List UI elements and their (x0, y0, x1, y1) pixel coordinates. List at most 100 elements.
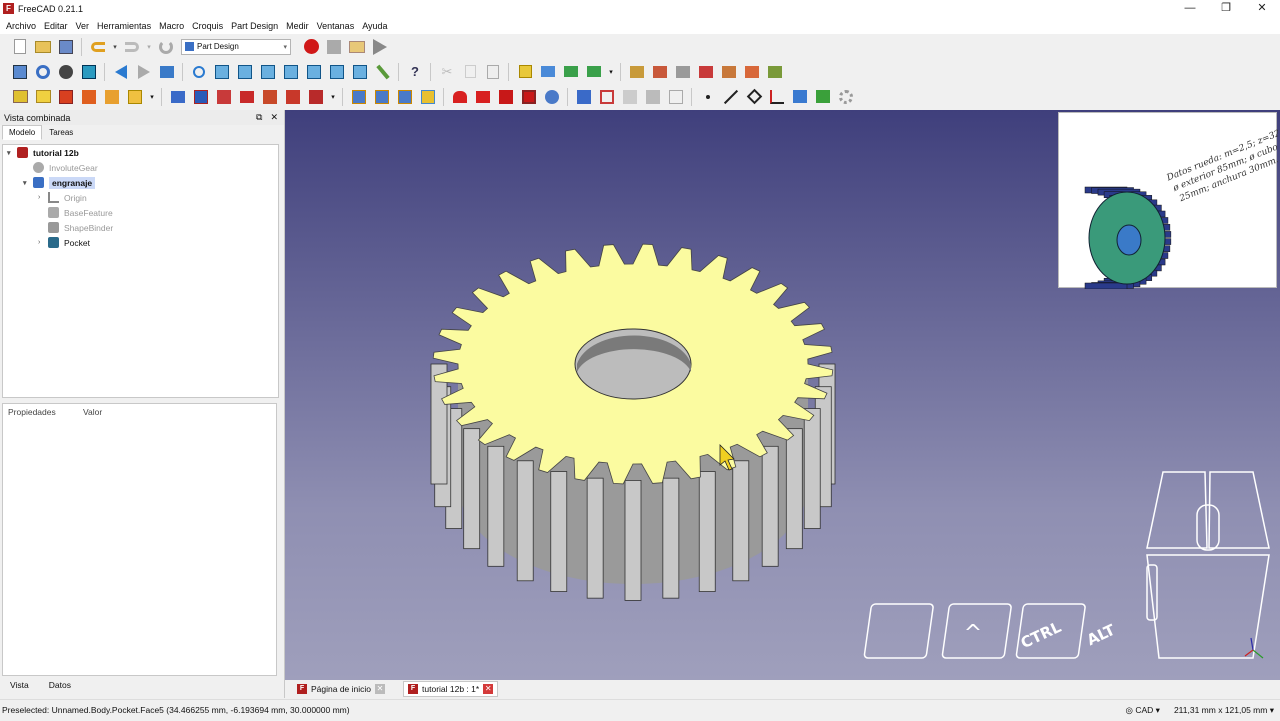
measure-icon[interactable] (373, 62, 393, 82)
back-arrow-icon[interactable] (111, 62, 131, 82)
redo-icon[interactable] (122, 37, 142, 57)
menu-part-design[interactable]: Part Design (227, 21, 282, 31)
menu-medir[interactable]: Medir (282, 21, 313, 31)
forward-arrow-icon[interactable] (134, 62, 154, 82)
additive-dropdown-icon[interactable]: ▾ (148, 87, 156, 107)
tree-item-basefeature[interactable]: BaseFeature (38, 205, 113, 220)
close-tab-icon[interactable]: ✕ (483, 684, 494, 694)
whats-this-icon[interactable]: ? (405, 62, 425, 82)
copy-icon[interactable] (460, 62, 480, 82)
measure-refresh-icon[interactable] (673, 62, 693, 82)
hole-icon[interactable] (191, 87, 211, 107)
revolution-icon[interactable] (79, 87, 99, 107)
subtractive-dropdown-icon[interactable]: ▾ (329, 87, 337, 107)
tree-item-origin[interactable]: › Origin (38, 190, 87, 205)
chevron-right-icon[interactable]: › (38, 194, 48, 201)
clone-gear-icon[interactable] (836, 87, 856, 107)
cut-icon[interactable]: ✂ (437, 62, 457, 82)
datum-point-icon[interactable] (698, 87, 718, 107)
menu-archivo[interactable]: Archivo (2, 21, 40, 31)
body-stack-icon[interactable] (10, 87, 30, 107)
pocket-icon[interactable] (168, 87, 188, 107)
sprocket-icon[interactable] (597, 87, 617, 107)
workbench-selector[interactable]: Part Design ▾ (181, 38, 291, 55)
tree-item-shapebinder[interactable]: ShapeBinder (38, 220, 113, 235)
sync-view-icon[interactable] (157, 62, 177, 82)
value-column-header[interactable]: Valor (83, 407, 102, 417)
thickness-icon[interactable] (519, 87, 539, 107)
open-folder-icon[interactable] (33, 37, 53, 57)
tab-vista[interactable]: Vista (10, 680, 29, 690)
menu-ayuda[interactable]: Ayuda (358, 21, 391, 31)
tab-tareas[interactable]: Tareas (42, 125, 80, 140)
link-actions-icon[interactable] (584, 62, 604, 82)
float-panel-button[interactable]: ⧉ (256, 112, 262, 123)
macro-run-icon[interactable] (370, 37, 390, 57)
measure-clear-icon[interactable] (696, 62, 716, 82)
tab-tutorial-12b[interactable]: F tutorial 12b : 1* ✕ (403, 681, 499, 697)
right-view-icon[interactable] (281, 62, 301, 82)
undo-dropdown-icon[interactable]: ▾ (111, 37, 119, 57)
menu-herramientas[interactable]: Herramientas (93, 21, 155, 31)
polar-pattern-icon[interactable] (395, 87, 415, 107)
create-part-icon[interactable] (515, 62, 535, 82)
close-button[interactable]: ✕ (1244, 0, 1280, 17)
minimize-button[interactable]: — (1172, 0, 1208, 17)
tree-item-document[interactable]: ▾ tutorial 12b (7, 145, 79, 160)
chamfer-icon[interactable] (473, 87, 493, 107)
menu-ventanas[interactable]: Ventanas (313, 21, 359, 31)
new-document-icon[interactable] (10, 37, 30, 57)
isometric-view-icon[interactable] (212, 62, 232, 82)
zoom-icon[interactable] (189, 62, 209, 82)
top-view-icon[interactable] (258, 62, 278, 82)
measure-toggle-3d-icon[interactable] (742, 62, 762, 82)
bounding-box-icon[interactable] (79, 62, 99, 82)
bottom-view-icon[interactable] (327, 62, 347, 82)
measure-delta-icon[interactable] (765, 62, 785, 82)
chevron-down-icon[interactable]: ▾ (7, 149, 17, 157)
redo-dropdown-icon[interactable]: ▾ (145, 37, 153, 57)
subtractive-loft-icon[interactable] (237, 87, 257, 107)
local-coordinate-system-icon[interactable] (767, 87, 787, 107)
chevron-down-icon[interactable]: ▾ (23, 179, 33, 187)
paste-icon[interactable] (483, 62, 503, 82)
shape-binder-icon[interactable] (790, 87, 810, 107)
front-view-icon[interactable] (235, 62, 255, 82)
shaft-wizard-icon[interactable] (643, 87, 663, 107)
tree-item-involutegear[interactable]: InvoluteGear (23, 160, 98, 175)
refresh-icon[interactable] (156, 37, 176, 57)
link-dropdown-icon[interactable]: ▾ (607, 62, 615, 82)
properties-column-header[interactable]: Propiedades (8, 407, 83, 417)
involute-gear-icon[interactable] (620, 87, 640, 107)
tab-modelo[interactable]: Modelo (2, 125, 43, 140)
fillet-icon[interactable] (450, 87, 470, 107)
fit-selection-icon[interactable] (33, 62, 53, 82)
datum-line-icon[interactable] (721, 87, 741, 107)
close-tab-icon[interactable]: ✕ (375, 684, 386, 694)
undo-icon[interactable] (88, 37, 108, 57)
menu-editar[interactable]: Editar (40, 21, 72, 31)
fit-all-icon[interactable] (10, 62, 30, 82)
datum-plane-icon[interactable] (744, 87, 764, 107)
sub-shape-binder-icon[interactable] (813, 87, 833, 107)
groove-icon[interactable] (214, 87, 234, 107)
close-panel-button[interactable]: ✕ (270, 112, 278, 123)
subtractive-helix-icon[interactable] (283, 87, 303, 107)
pipe-icon[interactable] (125, 87, 145, 107)
linear-pattern-icon[interactable] (372, 87, 392, 107)
left-view-icon[interactable] (350, 62, 370, 82)
subtractive-pipe-icon[interactable] (260, 87, 280, 107)
macro-stop-icon[interactable] (324, 37, 344, 57)
save-icon[interactable] (56, 37, 76, 57)
tree-item-engranaje[interactable]: ▾ engranaje (23, 175, 96, 190)
macro-record-icon[interactable] (301, 37, 321, 57)
menu-croquis[interactable]: Croquis (188, 21, 227, 31)
rear-view-icon[interactable] (304, 62, 324, 82)
measure-angular-icon[interactable] (650, 62, 670, 82)
clone-icon[interactable] (666, 87, 686, 107)
loft-icon[interactable] (102, 87, 122, 107)
chevron-right-icon[interactable]: › (38, 239, 48, 246)
migrate-icon[interactable] (574, 87, 594, 107)
tab-datos[interactable]: Datos (49, 680, 71, 690)
link-icon[interactable] (561, 62, 581, 82)
